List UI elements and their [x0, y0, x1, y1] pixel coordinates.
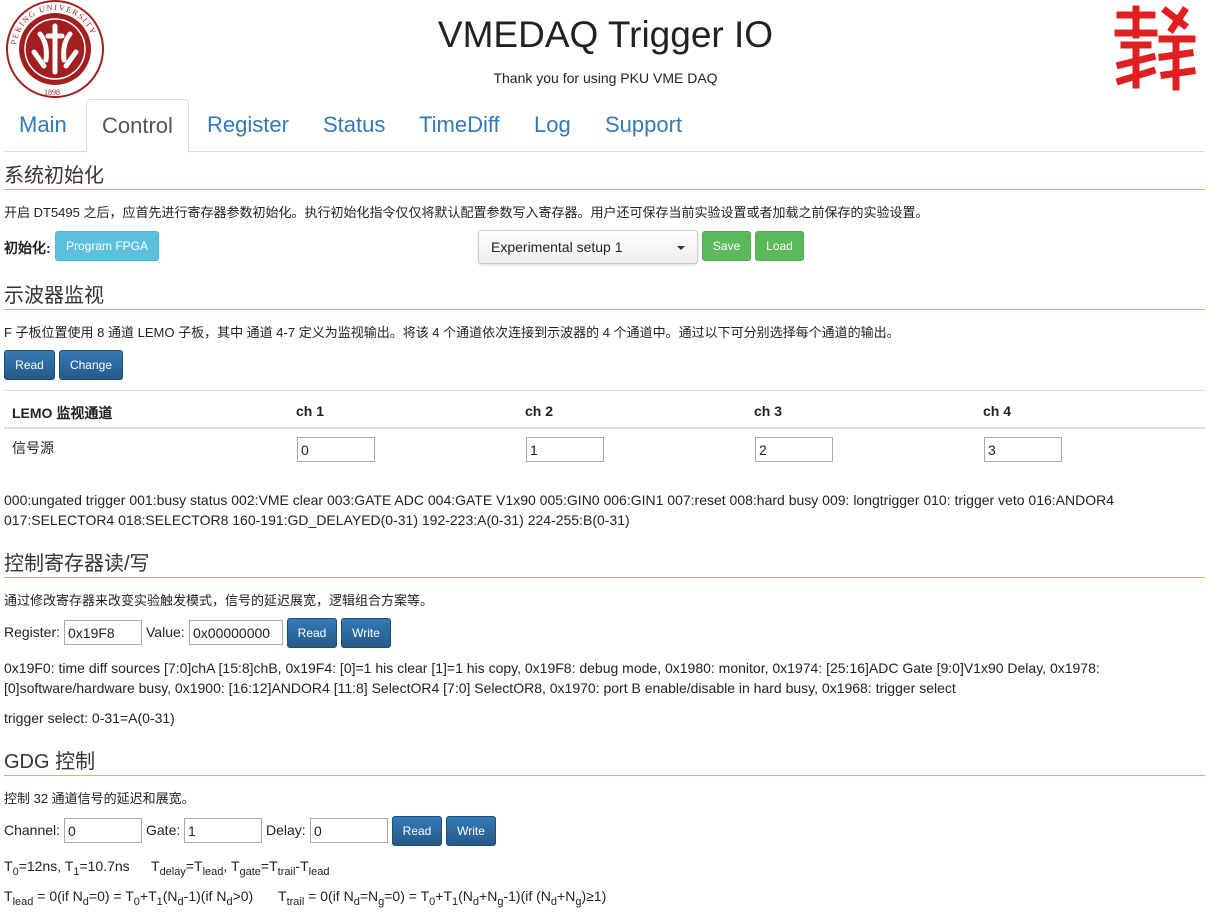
timing-constants: T0=12ns, T1=10.7ns	[4, 858, 130, 878]
svg-text:1898: 1898	[44, 88, 60, 97]
signal-source-label: 信号源	[12, 440, 54, 456]
register-read-button[interactable]: Read	[287, 618, 337, 648]
ch4-source-input[interactable]	[984, 437, 1062, 462]
setup-select-value: Experimental setup 1	[491, 239, 623, 255]
save-button[interactable]: Save	[702, 231, 751, 261]
program-fpga-button[interactable]: Program FPGA	[55, 231, 159, 261]
timing-definitions: Tdelay=Tlead, Tgate=Ttrail-Tlead	[151, 858, 330, 878]
ch2-source-input[interactable]	[526, 437, 604, 462]
table-header-ch3: ch 3	[754, 403, 783, 419]
register-write-button[interactable]: Write	[341, 618, 391, 648]
table-divider	[4, 427, 1205, 429]
gate-label: Gate:	[146, 822, 181, 838]
table-header-ch4: ch 4	[983, 403, 1012, 419]
gdg-heading: GDG 控制	[4, 752, 1205, 776]
setup-select[interactable]: Experimental setup 1	[478, 230, 698, 264]
gate-input[interactable]	[184, 818, 262, 843]
ch1-source-input[interactable]	[297, 437, 375, 462]
init-label: 初始化:	[4, 240, 51, 256]
tab-control[interactable]: Control	[86, 99, 189, 153]
table-header-channel: LEMO 监视通道	[12, 405, 113, 421]
tab-log[interactable]: Log	[519, 99, 586, 152]
trigger-select-note: trigger select: 0-31=A(0-31)	[4, 710, 175, 726]
source-legend-line1: 000:ungated trigger 001:busy status 002:…	[4, 492, 1115, 508]
table-header-ch1: ch 1	[296, 403, 325, 419]
gdg-read-button[interactable]: Read	[392, 816, 442, 846]
delay-input[interactable]	[310, 818, 388, 843]
register-address-input[interactable]	[64, 620, 142, 645]
source-legend-line2: 017:SELECTOR4 018:SELECTOR8 160-191:GD_D…	[4, 512, 630, 528]
tab-register[interactable]: Register	[192, 99, 304, 152]
register-help-line1: 0x19F0: time diff sources [7:0]chA [15:8…	[4, 660, 1100, 676]
nav-tabs: Main Control Register Status TimeDiff Lo…	[4, 99, 1205, 153]
gdg-description: 控制 32 通道信号的延迟和展宽。	[4, 791, 195, 806]
ch3-source-input[interactable]	[755, 437, 833, 462]
lead-formula: Tlead = 0(if Nd=0) = T0+T1(Nd-1)(if Nd>0…	[4, 888, 254, 908]
scope-change-button[interactable]: Change	[59, 350, 123, 380]
app-subtitle: Thank you for using PKU VME DAQ	[493, 70, 718, 86]
channel-label: Channel:	[4, 822, 61, 838]
chevron-down-icon	[677, 246, 685, 250]
brand-logo	[1114, 5, 1196, 91]
init-heading: 系统初始化	[4, 166, 1205, 190]
value-label: Value:	[146, 624, 185, 640]
tab-status[interactable]: Status	[308, 99, 400, 152]
gdg-write-button[interactable]: Write	[446, 816, 496, 846]
register-help-line2: [0]software/hardware busy, 0x1900: [16:1…	[4, 680, 956, 696]
register-heading: 控制寄存器读/写	[4, 554, 1205, 578]
register-description: 通过修改寄存器来改变实验触发模式，信号的延迟展宽，逻辑组合方案等。	[4, 593, 434, 608]
channel-input[interactable]	[64, 818, 142, 843]
scope-description: F 子板位置使用 8 通道 LEMO 子板，其中 通道 4-7 定义为监视输出。…	[4, 325, 900, 340]
init-description: 开启 DT5495 之后，应首先进行寄存器参数初始化。执行初始化指令仅仅将默认配…	[4, 205, 929, 220]
scope-read-button[interactable]: Read	[4, 350, 55, 380]
app-title: VMEDAQ Trigger IO	[437, 14, 774, 55]
tab-support[interactable]: Support	[590, 99, 697, 152]
register-value-input[interactable]	[189, 620, 283, 645]
tab-main[interactable]: Main	[4, 99, 82, 152]
trail-formula: Ttrail = 0(if Nd=Ng=0) = T0+T1(Nd+Ng-1)(…	[278, 888, 607, 908]
delay-label: Delay:	[266, 822, 306, 838]
scope-heading: 示波器监视	[4, 286, 1205, 310]
table-header-ch2: ch 2	[525, 403, 554, 419]
tab-timediff[interactable]: TimeDiff	[404, 99, 515, 152]
load-button[interactable]: Load	[755, 231, 804, 261]
register-label: Register:	[4, 624, 61, 640]
